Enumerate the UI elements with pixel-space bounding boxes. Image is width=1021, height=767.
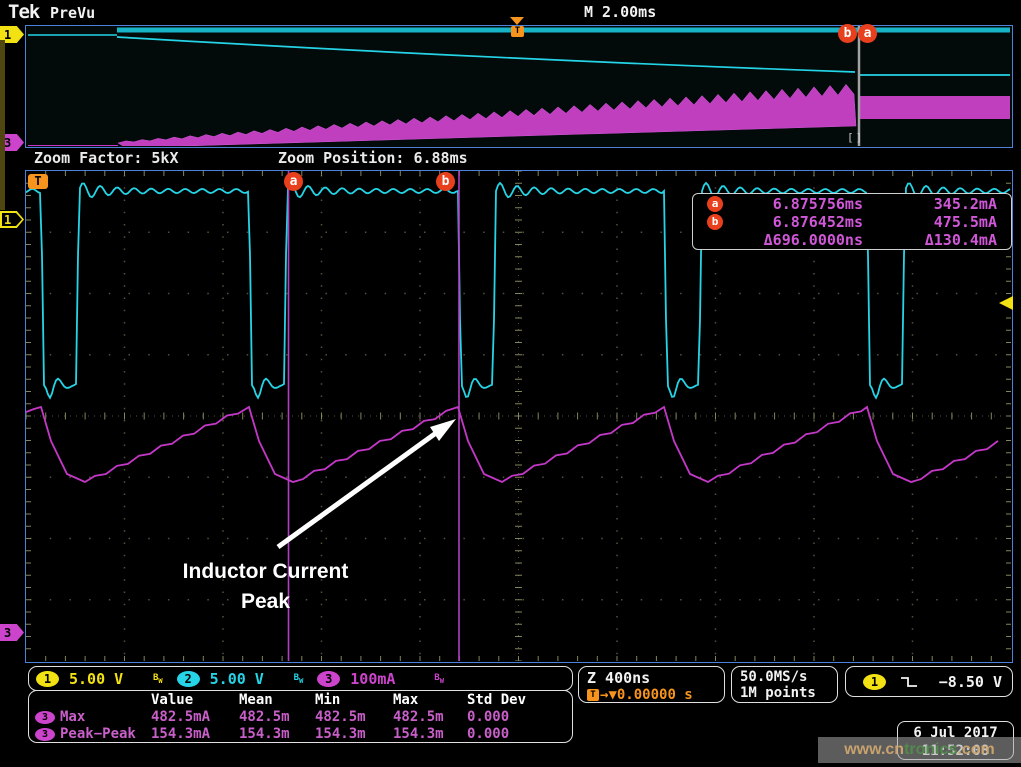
- meas-min: 154.3m: [315, 726, 393, 743]
- sample-rate-label: 50.0MS/s: [740, 669, 837, 685]
- ch3-position-marker-zoom[interactable]: 3: [0, 624, 24, 641]
- ch1-bandwidth-icon: BW: [153, 673, 163, 685]
- watermark-band: www.cntronics.com: [818, 737, 1021, 763]
- arrow-right-icon: →: [600, 687, 608, 703]
- ch3-scale: 100mA: [350, 670, 420, 688]
- ch2-scale: 5.00 V: [210, 670, 276, 688]
- marker-down-icon: ▼: [608, 687, 616, 703]
- cursor-delta-value: Δ130.4mA: [863, 231, 1011, 249]
- col-max: Max: [393, 692, 467, 709]
- measurement-row-peak-peak[interactable]: 3Peak−Peak 154.3mA 154.3m 154.3m 154.3m …: [29, 726, 572, 743]
- oscilloscope-screen: { "topbar": { "logo": "Tek", "mode": "Pr…: [0, 0, 1021, 767]
- ch3-badge[interactable]: 3: [317, 671, 340, 687]
- acquisition-mode-label: PreVu: [50, 4, 95, 22]
- meas-stddev: 0.000: [467, 726, 572, 743]
- trigger-level-arrow-icon[interactable]: [999, 296, 1013, 310]
- meas-name: Peak−Peak: [60, 726, 136, 743]
- zoom-region-bracket-icon: []: [847, 131, 864, 144]
- ch1-position-marker-zoom[interactable]: 1: [0, 211, 24, 228]
- trigger-position-icon[interactable]: [510, 17, 524, 25]
- measurement-header-row: Value Mean Min Max Std Dev: [29, 692, 572, 709]
- record-length-label: 1M points: [740, 685, 837, 701]
- main-timebase-label: M 2.00ms: [584, 3, 656, 21]
- overview-waveform-window: [25, 25, 1013, 148]
- zoom-position-label: Zoom Position: 6.88ms: [278, 149, 468, 167]
- overview-waveform-plot: [26, 26, 1011, 146]
- cursor-readout-box: a 6.875756ms 345.2mA b 6.876452ms 475.5m…: [692, 193, 1012, 250]
- trigger-t-icon-small: T: [587, 689, 599, 701]
- col-value: Value: [151, 692, 239, 709]
- trigger-t-icon-zoom: T: [28, 174, 48, 189]
- cursor-delta-row: Δ696.0000ns Δ130.4mA: [693, 231, 1011, 249]
- zoom-factor-label: Zoom Factor: 5kX: [34, 149, 179, 167]
- watermark-text: .com: [957, 741, 994, 759]
- measurement-row-max[interactable]: 3 Max 482.5mA 482.5m 482.5m 482.5m 0.000: [29, 709, 572, 726]
- cursor-b-marker-overview[interactable]: b: [838, 24, 857, 43]
- meas-value: 154.3mA: [151, 726, 239, 743]
- measurement-table[interactable]: Value Mean Min Max Std Dev 3 Max 482.5mA …: [28, 690, 573, 743]
- watermark-text: www.cn: [844, 741, 904, 759]
- meas-min: 482.5m: [315, 709, 393, 726]
- trigger-delay-row: T → ▼ 0.00000 s: [587, 687, 724, 703]
- trigger-readout-box[interactable]: 1 −8.50 V: [845, 666, 1013, 697]
- falling-edge-icon: [900, 675, 918, 689]
- trigger-source-badge: 1: [863, 674, 886, 690]
- col-stddev: Std Dev: [467, 692, 572, 709]
- watermark-text: tronics: [904, 741, 957, 759]
- bezel-strip: [0, 40, 5, 210]
- ch1-badge[interactable]: 1: [36, 671, 59, 687]
- annotation-line1: Inductor Current: [158, 557, 373, 587]
- cursor-b-value: 475.5mA: [863, 213, 1011, 231]
- ch2-badge[interactable]: 2: [177, 671, 200, 687]
- meas-name: Max: [60, 709, 85, 726]
- horizontal-readout-box[interactable]: Z 400ns T → ▼ 0.00000 s: [578, 666, 725, 703]
- col-mean: Mean: [239, 692, 315, 709]
- meas-max: 154.3m: [393, 726, 467, 743]
- tek-logo: Tek: [8, 1, 39, 23]
- meas-max: 482.5m: [393, 709, 467, 726]
- annotation-line2: Peak: [158, 587, 373, 617]
- zoom-timebase-label: Z 400ns: [587, 669, 724, 687]
- channel-readout-bar[interactable]: 1 5.00 V BW 2 5.00 V BW 3 100mA BW: [28, 666, 573, 691]
- trigger-level-value: −8.50 V: [939, 673, 1012, 691]
- inductor-current-peak-annotation: Inductor Current Peak: [158, 557, 373, 617]
- ch3-bandwidth-icon: BW: [434, 673, 444, 685]
- meas-mean: 482.5m: [239, 709, 315, 726]
- ch1-scale: 5.00 V: [69, 670, 135, 688]
- trigger-delay-value: 0.00000 s: [617, 687, 693, 703]
- cursor-a-row: a 6.875756ms 345.2mA: [693, 195, 1011, 213]
- cursor-b-row: b 6.876452ms 475.5mA: [693, 213, 1011, 231]
- trigger-position-t-icon[interactable]: T: [511, 26, 524, 37]
- cursor-a-marker[interactable]: a: [284, 172, 303, 191]
- cursor-a-time: 6.875756ms: [733, 195, 863, 213]
- meas-stddev: 0.000: [467, 709, 572, 726]
- acquisition-readout-box[interactable]: 50.0MS/s 1M points: [731, 666, 838, 703]
- cursor-a-badge-icon: a: [707, 196, 723, 212]
- cursor-b-marker[interactable]: b: [436, 172, 455, 191]
- cursor-a-value: 345.2mA: [863, 195, 1011, 213]
- meas-mean: 154.3m: [239, 726, 315, 743]
- meas-value: 482.5mA: [151, 709, 239, 726]
- col-min: Min: [315, 692, 393, 709]
- ch2-bandwidth-icon: BW: [294, 673, 304, 685]
- cursor-b-time: 6.876452ms: [733, 213, 863, 231]
- cursor-b-badge-icon: b: [707, 214, 723, 230]
- cursor-delta-time: Δ696.0000ns: [733, 231, 863, 249]
- meas-ch3-badge: 3: [35, 728, 55, 741]
- cursor-a-marker-overview[interactable]: a: [858, 24, 877, 43]
- meas-ch3-badge: 3: [35, 711, 55, 724]
